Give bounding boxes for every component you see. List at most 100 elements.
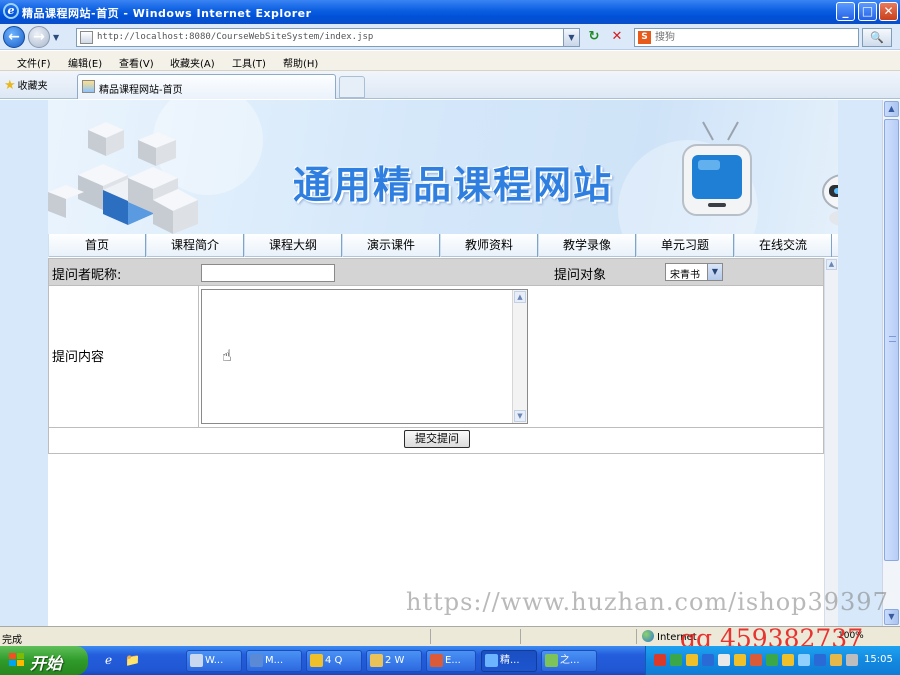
nav-exercises[interactable]: 单元习题: [636, 234, 734, 257]
menu-edit[interactable]: 编辑(E): [68, 55, 102, 70]
nav-online-chat[interactable]: 在线交流: [734, 234, 832, 257]
minimize-button[interactable]: _: [836, 2, 855, 21]
form-row-submit: 提交提问: [48, 428, 824, 454]
forward-button[interactable]: →: [28, 26, 50, 48]
menu-file[interactable]: 文件(F): [17, 55, 51, 70]
nav-slides[interactable]: 演示课件: [342, 234, 440, 257]
taskbar-button-3[interactable]: 4 Q: [306, 650, 362, 672]
url-text[interactable]: http://localhost:8080/CourseWebSiteSyste…: [97, 32, 373, 42]
tray-icon[interactable]: [782, 654, 794, 666]
window-title: 精品课程网站-首页 - Windows Internet Explorer: [22, 7, 312, 20]
nav-course-intro[interactable]: 课程简介: [146, 234, 244, 257]
tab-current[interactable]: 精品课程网站-首页: [77, 74, 336, 99]
app-icon: [430, 654, 443, 667]
tray-icon[interactable]: [702, 654, 714, 666]
scroll-up-icon[interactable]: ▲: [826, 259, 837, 270]
taskbar-button-5[interactable]: E...: [426, 650, 476, 672]
scroll-up-icon[interactable]: ▲: [884, 101, 899, 117]
page-icon: [80, 31, 93, 44]
target-selected-value: 宋青书: [670, 270, 700, 281]
maximize-button[interactable]: □: [858, 2, 877, 21]
robot-graphic: ?: [822, 174, 838, 226]
close-button[interactable]: ✕: [879, 2, 898, 21]
tray-icon[interactable]: [830, 654, 842, 666]
scroll-down-icon[interactable]: ▼: [514, 410, 526, 422]
taskbar-button-1[interactable]: W...: [186, 650, 242, 672]
favorites-button[interactable]: ★ 收藏夹: [4, 77, 48, 93]
computer-icon: [190, 654, 203, 667]
clock[interactable]: 15:05: [864, 654, 893, 665]
watermark-url: https://www.huzhan.com/ishop39397: [406, 588, 889, 616]
chevron-down-icon[interactable]: ▼: [707, 264, 722, 280]
status-text: 完成: [2, 635, 22, 646]
favorites-label: 收藏夹: [17, 81, 48, 92]
scroll-grip: [889, 336, 896, 342]
tray-icon[interactable]: [686, 654, 698, 666]
url-dropdown-icon[interactable]: ▼: [563, 29, 579, 46]
textarea-scrollbar[interactable]: ▲ ▼: [512, 290, 527, 423]
search-button[interactable]: 🔍: [862, 28, 892, 47]
tray-icon[interactable]: [670, 654, 682, 666]
tray-icon[interactable]: [718, 654, 730, 666]
start-button[interactable]: 开始: [0, 646, 88, 675]
tv-graphic: [682, 121, 752, 216]
back-button[interactable]: ←: [3, 26, 25, 48]
tray-icon[interactable]: [798, 654, 810, 666]
tab-page-icon: [82, 80, 95, 93]
tray-icon[interactable]: [654, 654, 666, 666]
menu-tools[interactable]: 工具(T): [232, 55, 266, 70]
taskbar-button-label: 之...: [560, 655, 580, 666]
scroll-up-icon[interactable]: ▲: [514, 291, 526, 303]
content-label: 提问内容: [52, 350, 105, 365]
site-title: 通用精品课程网站: [292, 163, 613, 207]
menu-view[interactable]: 查看(V): [119, 55, 154, 70]
scroll-thumb[interactable]: [884, 119, 899, 561]
nav-videos[interactable]: 教学录像: [538, 234, 636, 257]
folder-quicklaunch-icon[interactable]: 📁: [125, 653, 140, 667]
menu-help[interactable]: 帮助(H): [283, 55, 318, 70]
nav-syllabus[interactable]: 课程大纲: [244, 234, 342, 257]
taskbar-button-label: M...: [265, 655, 284, 666]
ie-logo-icon: e: [3, 3, 19, 19]
taskbar-button-4[interactable]: 2 W: [366, 650, 422, 672]
search-input[interactable]: [655, 30, 850, 45]
qq-tray-icon[interactable]: [734, 654, 746, 666]
tray-icon[interactable]: [766, 654, 778, 666]
new-tab-button[interactable]: [339, 76, 365, 98]
ie-quicklaunch-icon[interactable]: ℯ: [105, 653, 112, 667]
star-icon: ★: [4, 78, 16, 93]
taskbar-button-2[interactable]: M...: [246, 650, 302, 672]
nav-teacher-materials[interactable]: 教师资料: [440, 234, 538, 257]
taskbar-button-label: W...: [205, 655, 224, 666]
nav-home[interactable]: 首页: [48, 234, 146, 257]
app-icon: [250, 654, 263, 667]
status-separator: [520, 629, 521, 644]
window-title-bar: e 精品课程网站-首页 - Windows Internet Explorer …: [0, 0, 900, 24]
nickname-input[interactable]: [201, 264, 335, 282]
url-field[interactable]: http://localhost:8080/CourseWebSiteSyste…: [76, 28, 580, 47]
favorites-bar: ★ 收藏夹 精品课程网站-首页: [0, 71, 900, 99]
page-scrollbar[interactable]: ▲ ▼: [882, 100, 900, 626]
tray-icon[interactable]: [750, 654, 762, 666]
address-bar: ← → ▼ http://localhost:8080/CourseWebSit…: [0, 24, 900, 50]
content-textarea[interactable]: ▲ ▼: [201, 289, 528, 424]
target-select[interactable]: 宋青书 ▼: [665, 263, 723, 281]
frame-scrollbar[interactable]: ▲: [824, 258, 838, 626]
status-separator: [636, 629, 637, 644]
search-box[interactable]: S: [634, 28, 859, 47]
refresh-icon[interactable]: ↻: [584, 28, 604, 47]
stop-icon[interactable]: ✕: [607, 28, 627, 47]
taskbar: 开始 ℯ 📁 W... M... 4 Q 2 W E... 精... 之... …: [0, 646, 900, 675]
form-row-header: 提问者昵称: 提问对象 宋青书 ▼: [48, 258, 824, 286]
question-form: 提问者昵称: 提问对象 宋青书 ▼ 提问内容 ▲ ▼ ☝ 提交提问: [48, 258, 824, 454]
windows-flag-icon: [9, 653, 25, 668]
taskbar-button-7[interactable]: 之...: [541, 650, 597, 672]
volume-icon[interactable]: [846, 654, 858, 666]
taskbar-button-label: 精...: [500, 655, 520, 666]
taskbar-button-6[interactable]: 精...: [481, 650, 537, 672]
tray-icon[interactable]: [814, 654, 826, 666]
menu-favorites[interactable]: 收藏夹(A): [170, 55, 215, 70]
submit-question-button[interactable]: 提交提问: [404, 430, 470, 448]
site-banner: ? 通用精品课程网站: [48, 100, 838, 234]
history-dropdown-icon[interactable]: ▼: [53, 33, 59, 42]
